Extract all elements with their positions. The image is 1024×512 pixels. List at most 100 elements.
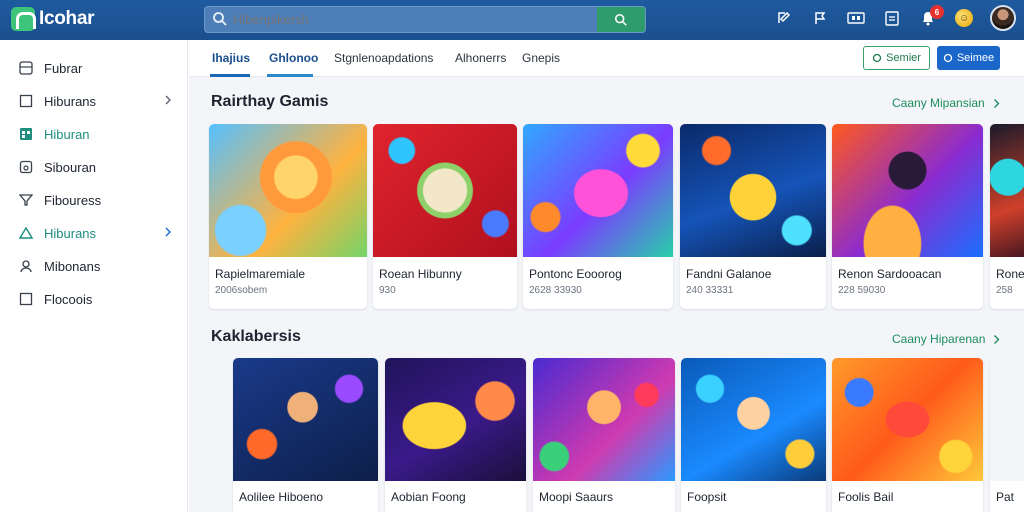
search-button[interactable] xyxy=(597,7,645,32)
sidebar-item-2[interactable]: Hiburan xyxy=(0,119,188,149)
user-avatar[interactable] xyxy=(990,5,1016,31)
sidebar-item-5[interactable]: Hiburans xyxy=(0,218,188,248)
chevron-right-icon xyxy=(993,98,1000,108)
tab-2[interactable]: Stgnlenoapdations xyxy=(334,51,433,65)
game-title: Rone xyxy=(996,267,1024,281)
game-thumbnail xyxy=(209,124,367,257)
sidebar-item-1[interactable]: Hiburans xyxy=(0,86,188,116)
game-thumbnail xyxy=(680,124,826,257)
game-title: Pontonc Eooorog xyxy=(529,267,622,281)
game-title: Moopi Saaurs xyxy=(539,490,614,504)
flag-icon[interactable] xyxy=(810,8,830,28)
notification-bell-icon[interactable]: 6 xyxy=(918,5,944,28)
box-icon xyxy=(18,291,34,307)
game-thumbnail xyxy=(681,358,826,481)
sidebar-item-label: Hiburans xyxy=(44,93,97,109)
tab-0[interactable]: Ihajius xyxy=(212,51,250,65)
sidebar-item-4[interactable]: Fibouress xyxy=(0,185,188,215)
see-more-link[interactable]: Caany Hiparenan xyxy=(892,332,1000,346)
game-card[interactable]: Rone 258 xyxy=(990,124,1024,309)
game-thumbnail xyxy=(385,358,526,481)
tab-3[interactable]: Alhonerrs xyxy=(455,51,506,65)
game-thumbnail xyxy=(233,358,378,481)
see-more-link[interactable]: Caany Mipansian xyxy=(892,96,1000,110)
chevron-right-icon xyxy=(165,95,171,105)
outline-action-label: Semier xyxy=(886,52,921,64)
game-card[interactable]: Pat xyxy=(990,358,1024,512)
calendar-icon[interactable] xyxy=(882,8,902,28)
sidebar-item-label: Hiburans xyxy=(44,225,97,241)
sidebar-item-label: Sibouran xyxy=(44,159,97,175)
sidebar-item-label: Mibonans xyxy=(44,258,101,274)
tab-4[interactable]: Gnepis xyxy=(522,51,560,65)
user-icon xyxy=(18,258,34,274)
circle-icon xyxy=(872,53,882,63)
section-title: Rairthay Gamis xyxy=(211,93,329,110)
search-input[interactable] xyxy=(233,7,599,32)
game-thumbnail xyxy=(523,124,673,257)
sidebar-item-label: Flocoois xyxy=(44,291,93,307)
game-title: Renon Sardooacan xyxy=(838,267,942,281)
coin-icon: ☺ xyxy=(955,9,973,27)
sidebar-item-0[interactable]: Fubrar xyxy=(0,53,188,83)
logo-icon xyxy=(11,7,36,31)
game-card[interactable]: Aolilee Hiboeno xyxy=(233,358,378,512)
logo-text: Icohar xyxy=(39,8,95,29)
game-title: Foopsit xyxy=(687,490,727,504)
grid-icon xyxy=(18,60,34,76)
tab-1[interactable]: Ghlonoo xyxy=(269,51,318,65)
video-icon[interactable] xyxy=(846,8,866,28)
sidebar-item-7[interactable]: Flocoois xyxy=(0,284,188,314)
main-content: Rairthay Gamis Caany Mipansian Rapielmar… xyxy=(189,77,1024,512)
game-card[interactable]: Aobian Foong xyxy=(385,358,526,512)
game-meta: 930 xyxy=(379,285,396,296)
game-title: Aolilee Hiboeno xyxy=(239,490,324,504)
top-bar: Icohar 6 ☺ xyxy=(0,0,1024,40)
app-logo[interactable]: Icohar xyxy=(11,7,95,31)
game-card[interactable]: Moopi Saaurs xyxy=(533,358,675,512)
game-title: Foolis Bail xyxy=(838,490,894,504)
game-thumbnail xyxy=(990,124,1024,257)
game-card[interactable]: Fandni Galanoe 240 33331 xyxy=(680,124,826,309)
top-icons: 6 ☺ xyxy=(774,5,1016,31)
primary-action-button[interactable]: Seimee xyxy=(937,46,1000,70)
filter-icon xyxy=(18,192,34,208)
game-title: Pat xyxy=(996,490,1015,504)
section-title: Kaklabersis xyxy=(211,328,301,345)
primary-action-label: Seimee xyxy=(956,52,995,64)
edit-icon[interactable] xyxy=(774,8,794,28)
see-more-label: Caany Mipansian xyxy=(892,96,985,110)
game-card[interactable]: Foopsit xyxy=(681,358,826,512)
outline-action-button[interactable]: Semier xyxy=(863,46,930,70)
chevron-right-icon xyxy=(994,334,1000,344)
notification-badge: 6 xyxy=(930,5,944,19)
sidebar: Fubrar Hiburans Hiburan Sibouran Fiboure… xyxy=(0,40,188,512)
square-icon xyxy=(18,93,34,109)
game-meta: 2628 33930 xyxy=(529,285,582,296)
coins-button[interactable]: ☺ xyxy=(954,8,974,28)
game-title: Aobian Foong xyxy=(391,490,466,504)
circle-icon xyxy=(943,53,952,63)
calendar-icon xyxy=(18,126,34,142)
home-icon xyxy=(18,225,34,241)
game-meta: 240 33331 xyxy=(686,285,734,296)
search-bar xyxy=(204,6,646,33)
gamepad-icon xyxy=(18,159,34,175)
game-title: Rapielmaremiale xyxy=(215,267,306,281)
game-thumbnail xyxy=(832,124,983,257)
sidebar-item-label: Fibouress xyxy=(44,192,102,208)
game-meta: 228 59030 xyxy=(838,285,886,296)
game-thumbnail xyxy=(832,358,983,481)
game-thumbnail xyxy=(373,124,517,257)
game-card[interactable]: Pontonc Eooorog 2628 33930 xyxy=(523,124,673,309)
game-card[interactable]: Roean Hibunny 930 xyxy=(373,124,517,309)
game-card[interactable]: Renon Sardooacan 228 59030 xyxy=(832,124,983,309)
sidebar-item-3[interactable]: Sibouran xyxy=(0,152,188,182)
sidebar-item-label: Fubrar xyxy=(44,60,83,76)
game-card[interactable]: Foolis Bail xyxy=(832,358,983,512)
sidebar-item-label: Hiburan xyxy=(44,126,90,142)
sidebar-item-6[interactable]: Mibonans xyxy=(0,251,188,281)
see-more-label: Caany Hiparenan xyxy=(892,332,986,346)
game-card[interactable]: Rapielmaremiale 2006sobem xyxy=(209,124,367,309)
game-thumbnail xyxy=(533,358,675,481)
